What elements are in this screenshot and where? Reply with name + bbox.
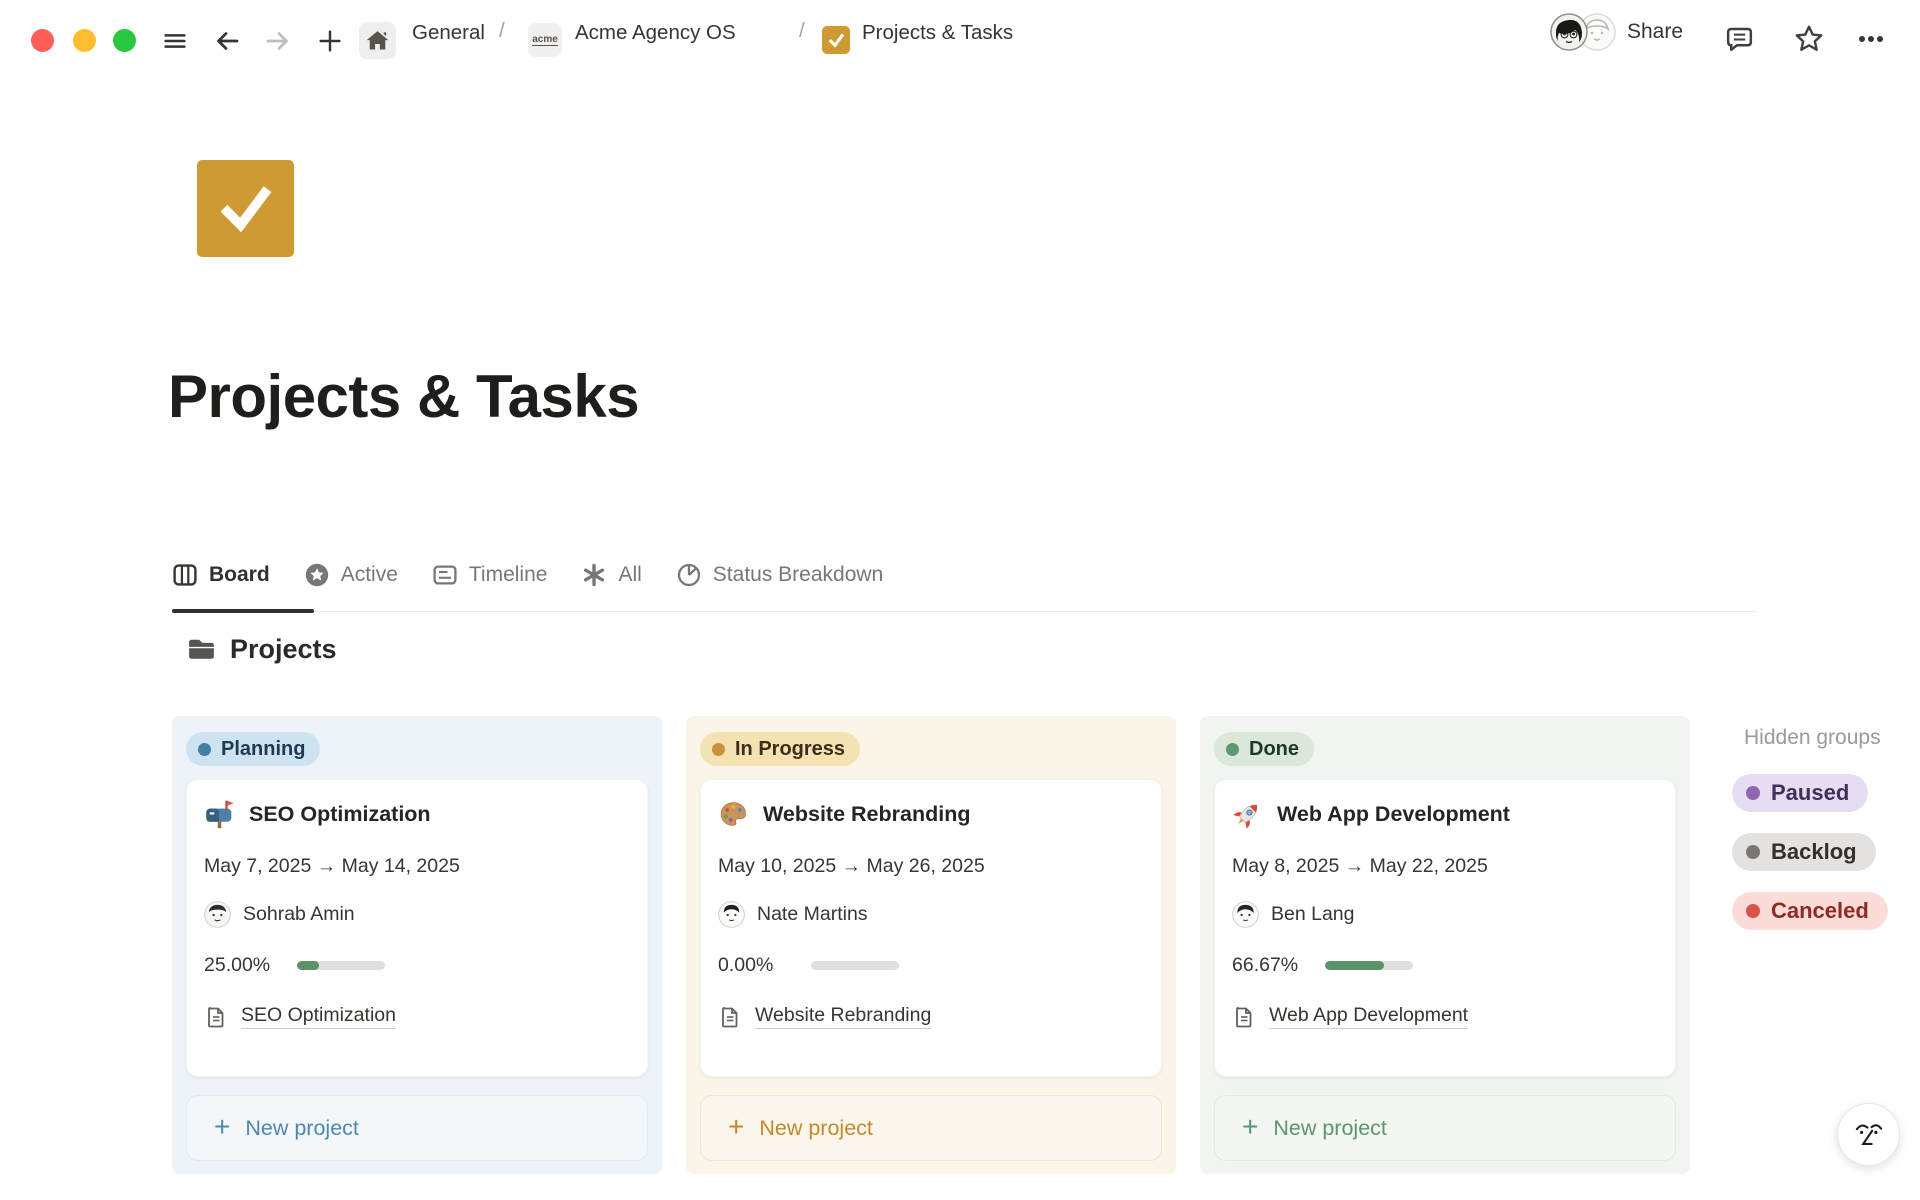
card-title: Website Rebranding [763,802,970,827]
new-project-button-in-progress[interactable]: + New project [700,1095,1162,1161]
status-dot [1746,786,1760,800]
assignee-avatar [1232,901,1259,928]
status-dot [198,743,211,756]
status-badge-in-progress[interactable]: In Progress [700,732,860,766]
page-icon [718,1005,742,1029]
star-circle-icon [304,562,330,588]
status-dot [1226,743,1239,756]
plus-icon: + [1242,1113,1258,1141]
breadcrumb-acme-agency-os[interactable]: Acme Agency OS [575,19,736,46]
tab-all[interactable]: All [581,562,641,588]
rocket-emoji [1232,799,1263,830]
card-title: SEO Optimization [249,802,431,827]
share-button[interactable]: Share [1627,18,1683,46]
card-page-link[interactable]: Web App Development [1269,1004,1468,1029]
breadcrumb-separator: / [499,19,505,43]
card-title: Web App Development [1277,802,1510,827]
traffic-light-close[interactable] [31,29,54,52]
checkmark-icon [214,177,278,241]
comments-icon[interactable] [1722,22,1756,56]
hidden-group-paused[interactable]: Paused [1732,774,1868,812]
plus-icon: + [214,1113,230,1141]
status-badge-done[interactable]: Done [1214,732,1314,766]
page-title[interactable]: Projects & Tasks [168,362,639,431]
folder-icon [186,634,217,665]
notion-ai-button[interactable] [1837,1103,1900,1166]
project-card-web-app-development[interactable]: Web App Development May 8, 2025 → May 22… [1214,779,1676,1077]
card-date-range: May 7, 2025 → May 14, 2025 [204,855,631,878]
progress-label: 0.00% [718,954,797,977]
section-title: Projects [230,634,337,665]
card-page-link[interactable]: SEO Optimization [241,1004,396,1029]
progress-bar [1325,961,1413,970]
card-page-link[interactable]: Website Rebranding [755,1004,931,1029]
project-card-seo-optimization[interactable]: SEO Optimization May 7, 2025 → May 14, 2… [186,779,648,1077]
page-icon [1232,1005,1256,1029]
progress-label: 66.67% [1232,954,1311,977]
traffic-light-zoom[interactable] [113,29,136,52]
breadcrumb-projects-tasks[interactable]: Projects & Tasks [862,19,1013,46]
back-arrow-icon[interactable] [210,24,244,58]
acme-logo[interactable]: acme [528,23,562,57]
page-icon-gold-checkbox[interactable] [197,160,294,257]
column-done: Done Web App Development May 8, 2025 → M… [1200,716,1690,1174]
page-icon [204,1005,228,1029]
progress-label: 25.00% [204,954,283,977]
tab-timeline[interactable]: Timeline [432,562,548,588]
progress-bar [297,961,385,970]
breadcrumb-separator: / [799,19,805,43]
collaborator-avatar-1 [1550,13,1588,51]
board-icon [172,562,198,588]
assignee-name: Sohrab Amin [243,903,355,926]
new-project-button-done[interactable]: + New project [1214,1095,1676,1161]
home-icon [365,28,390,53]
asterisk-icon [581,562,607,588]
project-card-website-rebranding[interactable]: Website Rebranding May 10, 2025 → May 26… [700,779,1162,1077]
forward-arrow-icon[interactable] [261,24,295,58]
favorite-star-icon[interactable] [1792,22,1826,56]
tab-status-breakdown[interactable]: Status Breakdown [676,562,883,588]
new-project-button-planning[interactable]: + New project [186,1095,648,1161]
kanban-board: Planning SEO Optimization May 7, 2025 → … [172,716,1690,1174]
projects-section-header: Projects [186,634,337,665]
card-date-range: May 8, 2025 → May 22, 2025 [1232,855,1659,878]
plus-icon: + [728,1113,744,1141]
progress-bar [811,961,899,970]
timeline-icon [432,562,458,588]
status-badge-planning[interactable]: Planning [186,732,320,766]
card-date-range: May 10, 2025 → May 26, 2025 [718,855,1145,878]
pie-chart-icon [676,562,702,588]
new-page-plus-icon[interactable] [313,24,347,58]
status-dot [1746,904,1760,918]
assignee-name: Nate Martins [757,903,868,926]
hidden-group-canceled[interactable]: Canceled [1732,892,1888,930]
status-dot [1746,845,1760,859]
collaborator-avatars[interactable] [1550,13,1620,51]
palette-emoji [718,799,749,830]
assignee-avatar [204,901,231,928]
breadcrumb-general[interactable]: General [412,19,485,46]
view-tabs: Board Active Timeline All Status Breakdo… [172,552,883,598]
assignee-avatar [718,901,745,928]
active-tab-underline [172,609,314,613]
hidden-group-backlog[interactable]: Backlog [1732,833,1876,871]
tab-active[interactable]: Active [304,562,398,588]
gold-checkbox-icon [822,26,850,54]
hidden-groups-panel: Hidden groups Paused Backlog Canceled [1732,716,1920,930]
window-titlebar: General / acme Acme Agency OS / Projects… [0,0,1920,64]
tab-board[interactable]: Board [172,562,270,588]
breadcrumb-home-chip[interactable] [359,22,396,59]
column-planning: Planning SEO Optimization May 7, 2025 → … [172,716,662,1174]
status-dot [712,743,725,756]
mailbox-emoji [204,799,235,830]
column-in-progress: In Progress Website Rebranding May 10, 2… [686,716,1176,1174]
tabs-divider [172,611,1757,612]
traffic-light-minimize[interactable] [73,29,96,52]
ai-face-icon [1850,1116,1888,1154]
hidden-groups-title: Hidden groups [1744,726,1920,750]
assignee-name: Ben Lang [1271,903,1355,926]
sidebar-menu-icon[interactable] [158,24,192,58]
more-options-icon[interactable] [1854,22,1888,56]
